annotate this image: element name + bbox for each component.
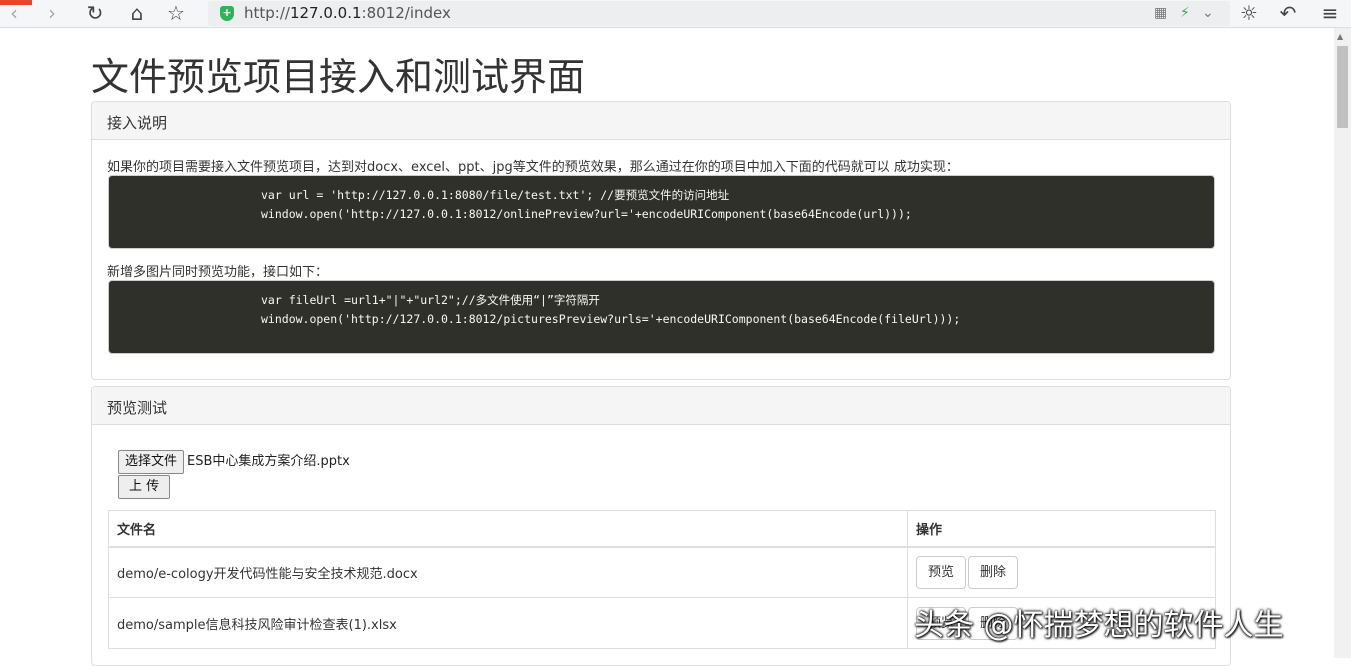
choose-file-button[interactable]: 选择文件	[118, 450, 185, 474]
table-header-row: 文件名 操作	[108, 510, 1216, 548]
chosen-file-name: ESB中心集成方案介绍.pptx	[187, 454, 350, 469]
integration-description: 如果你的项目需要接入文件预览项目，达到对docx、excel、ppt、jpg等文…	[107, 160, 959, 175]
qr-icon[interactable]: ▦	[1154, 5, 1167, 21]
address-bar[interactable]: + http://127.0.0.1:8012/index ▦ ⚡ ⌄	[208, 1, 1230, 26]
vertical-scrollbar[interactable]: ▲	[1334, 28, 1351, 658]
undo-icon[interactable]: ↶	[1276, 2, 1300, 24]
home-icon[interactable]: ⌂	[125, 2, 149, 24]
forward-icon[interactable]: ›	[40, 2, 64, 24]
chevron-down-icon[interactable]: ⌄	[1202, 5, 1214, 21]
preview-test-panel-header: 预览测试	[92, 387, 1230, 425]
scroll-up-icon[interactable]: ▲	[1337, 32, 1343, 41]
column-header-filename: 文件名	[108, 510, 908, 548]
column-header-action: 操作	[907, 510, 1216, 548]
url-text[interactable]: http://127.0.0.1:8012/index	[244, 4, 451, 22]
page-title: 文件预览项目接入和测试界面	[91, 55, 586, 99]
integration-panel-header: 接入说明	[92, 102, 1230, 140]
code-block-multi-preview: var fileUrl =url1+"|"+"url2";//多文件使用“|”字…	[108, 280, 1215, 354]
code-block-single-preview: var url = 'http://127.0.0.1:8080/file/te…	[108, 175, 1215, 249]
watermark: 头条 @怀揣梦想的软件人生	[914, 608, 1284, 643]
integration-panel: 接入说明 如果你的项目需要接入文件预览项目，达到对docx、excel、ppt、…	[91, 101, 1231, 380]
back-icon[interactable]: ‹	[2, 2, 26, 24]
browser-toolbar: ‹ › ↻ ⌂ ☆ + http://127.0.0.1:8012/index …	[0, 0, 1351, 28]
action-cell: 预览 删除	[907, 546, 1216, 598]
delete-button[interactable]: 删除	[968, 555, 1019, 589]
secure-shield-icon: +	[220, 6, 234, 21]
file-input[interactable]: 选择文件 ESB中心集成方案介绍.pptx	[118, 450, 350, 474]
file-name-cell: demo/e-cology开发代码性能与安全技术规范.docx	[108, 546, 908, 598]
code-line: window.open('http://127.0.0.1:8012/pictu…	[261, 312, 961, 326]
file-name-cell: demo/sample信息科技风险审计检查表(1).xlsx	[108, 597, 908, 649]
bolt-icon[interactable]: ⚡	[1180, 5, 1190, 21]
code-line: var url = 'http://127.0.0.1:8080/file/te…	[261, 188, 730, 202]
star-icon[interactable]: ☆	[164, 2, 188, 24]
reload-icon[interactable]: ↻	[83, 2, 107, 24]
code-line: window.open('http://127.0.0.1:8012/onlin…	[261, 207, 912, 221]
multi-image-description: 新增多图片同时预览功能，接口如下：	[107, 265, 329, 280]
preview-button[interactable]: 预览	[916, 555, 967, 589]
code-line: var fileUrl =url1+"|"+"url2";//多文件使用“|”字…	[261, 293, 600, 307]
table-row: demo/e-cology开发代码性能与安全技术规范.docx 预览 删除	[108, 546, 1216, 598]
upload-button[interactable]: 上 传	[118, 475, 171, 499]
menu-icon[interactable]: ≡	[1318, 2, 1342, 24]
scrollbar-thumb[interactable]	[1337, 46, 1348, 128]
brightness-icon[interactable]: ☼	[1237, 2, 1261, 24]
